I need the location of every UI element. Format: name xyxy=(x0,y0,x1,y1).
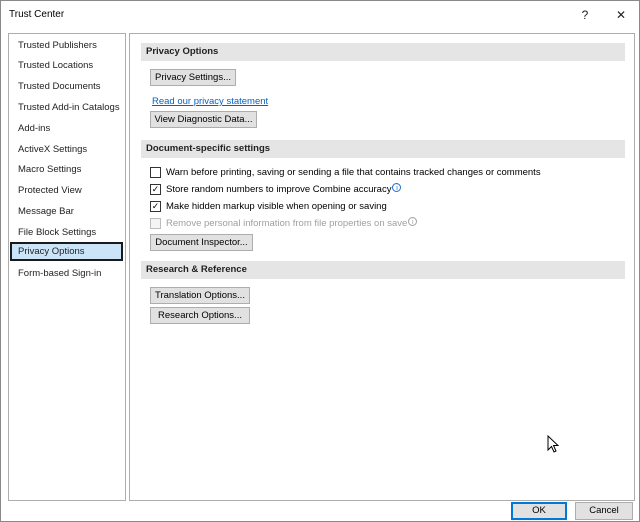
sidebar-item-message-bar[interactable]: Message Bar xyxy=(10,202,123,221)
sidebar: Trusted Publishers Trusted Locations Tru… xyxy=(8,33,126,501)
sidebar-item-activex-settings[interactable]: ActiveX Settings xyxy=(10,140,123,159)
privacy-statement-link[interactable]: Read our privacy statement xyxy=(152,96,268,107)
info-icon: i xyxy=(408,217,418,226)
remove-personal-info-checkbox xyxy=(150,218,161,229)
remove-personal-info-label: Remove personal information from file pr… xyxy=(166,218,408,229)
sidebar-item-trusted-addin-catalogs[interactable]: Trusted Add-in Catalogs xyxy=(10,98,123,117)
hidden-markup-label: Make hidden markup visible when opening … xyxy=(166,201,387,212)
store-random-numbers-label: Store random numbers to improve Combine … xyxy=(166,184,392,195)
title-bar: Trust Center ? ✕ xyxy=(1,1,639,29)
cancel-button[interactable]: Cancel xyxy=(575,502,633,520)
mouse-cursor-icon xyxy=(547,435,560,453)
info-icon[interactable]: i xyxy=(392,183,402,192)
sidebar-item-privacy-options[interactable]: Privacy Options xyxy=(10,242,123,261)
warn-tracked-changes-label: Warn before printing, saving or sending … xyxy=(166,167,541,178)
store-random-numbers-checkbox[interactable]: ✓ xyxy=(150,184,161,195)
document-inspector-button[interactable]: Document Inspector... xyxy=(150,234,253,251)
hidden-markup-checkbox[interactable]: ✓ xyxy=(150,201,161,212)
sidebar-item-trusted-locations[interactable]: Trusted Locations xyxy=(10,56,123,75)
dialog-title: Trust Center xyxy=(9,9,65,20)
main-panel: Privacy Options Privacy Settings... Read… xyxy=(129,33,635,501)
sidebar-item-protected-view[interactable]: Protected View xyxy=(10,181,123,200)
translation-options-button[interactable]: Translation Options... xyxy=(150,287,250,304)
research-options-button[interactable]: Research Options... xyxy=(150,307,250,324)
ok-button[interactable]: OK xyxy=(511,502,567,520)
privacy-options-heading: Privacy Options xyxy=(141,43,625,61)
warn-tracked-changes-checkbox[interactable] xyxy=(150,167,161,178)
help-button[interactable]: ? xyxy=(571,5,599,25)
sidebar-item-trusted-documents[interactable]: Trusted Documents xyxy=(10,77,123,96)
view-diagnostic-data-button[interactable]: View Diagnostic Data... xyxy=(150,111,257,128)
privacy-settings-button[interactable]: Privacy Settings... xyxy=(150,69,236,86)
sidebar-item-form-based-sign-in[interactable]: Form-based Sign-in xyxy=(10,264,123,283)
document-settings-heading: Document-specific settings xyxy=(141,140,625,158)
sidebar-item-macro-settings[interactable]: Macro Settings xyxy=(10,160,123,179)
sidebar-item-trusted-publishers[interactable]: Trusted Publishers xyxy=(10,36,123,55)
store-random-numbers-row: Store random numbers to improve Combine … xyxy=(166,183,402,197)
close-icon[interactable]: ✕ xyxy=(607,5,635,25)
sidebar-item-file-block-settings[interactable]: File Block Settings xyxy=(10,223,123,242)
remove-personal-info-row: Remove personal information from file pr… xyxy=(166,217,418,231)
research-reference-heading: Research & Reference xyxy=(141,261,625,279)
sidebar-item-addins[interactable]: Add-ins xyxy=(10,119,123,138)
trust-center-dialog: Trust Center ? ✕ Trusted Publishers Trus… xyxy=(0,0,640,522)
